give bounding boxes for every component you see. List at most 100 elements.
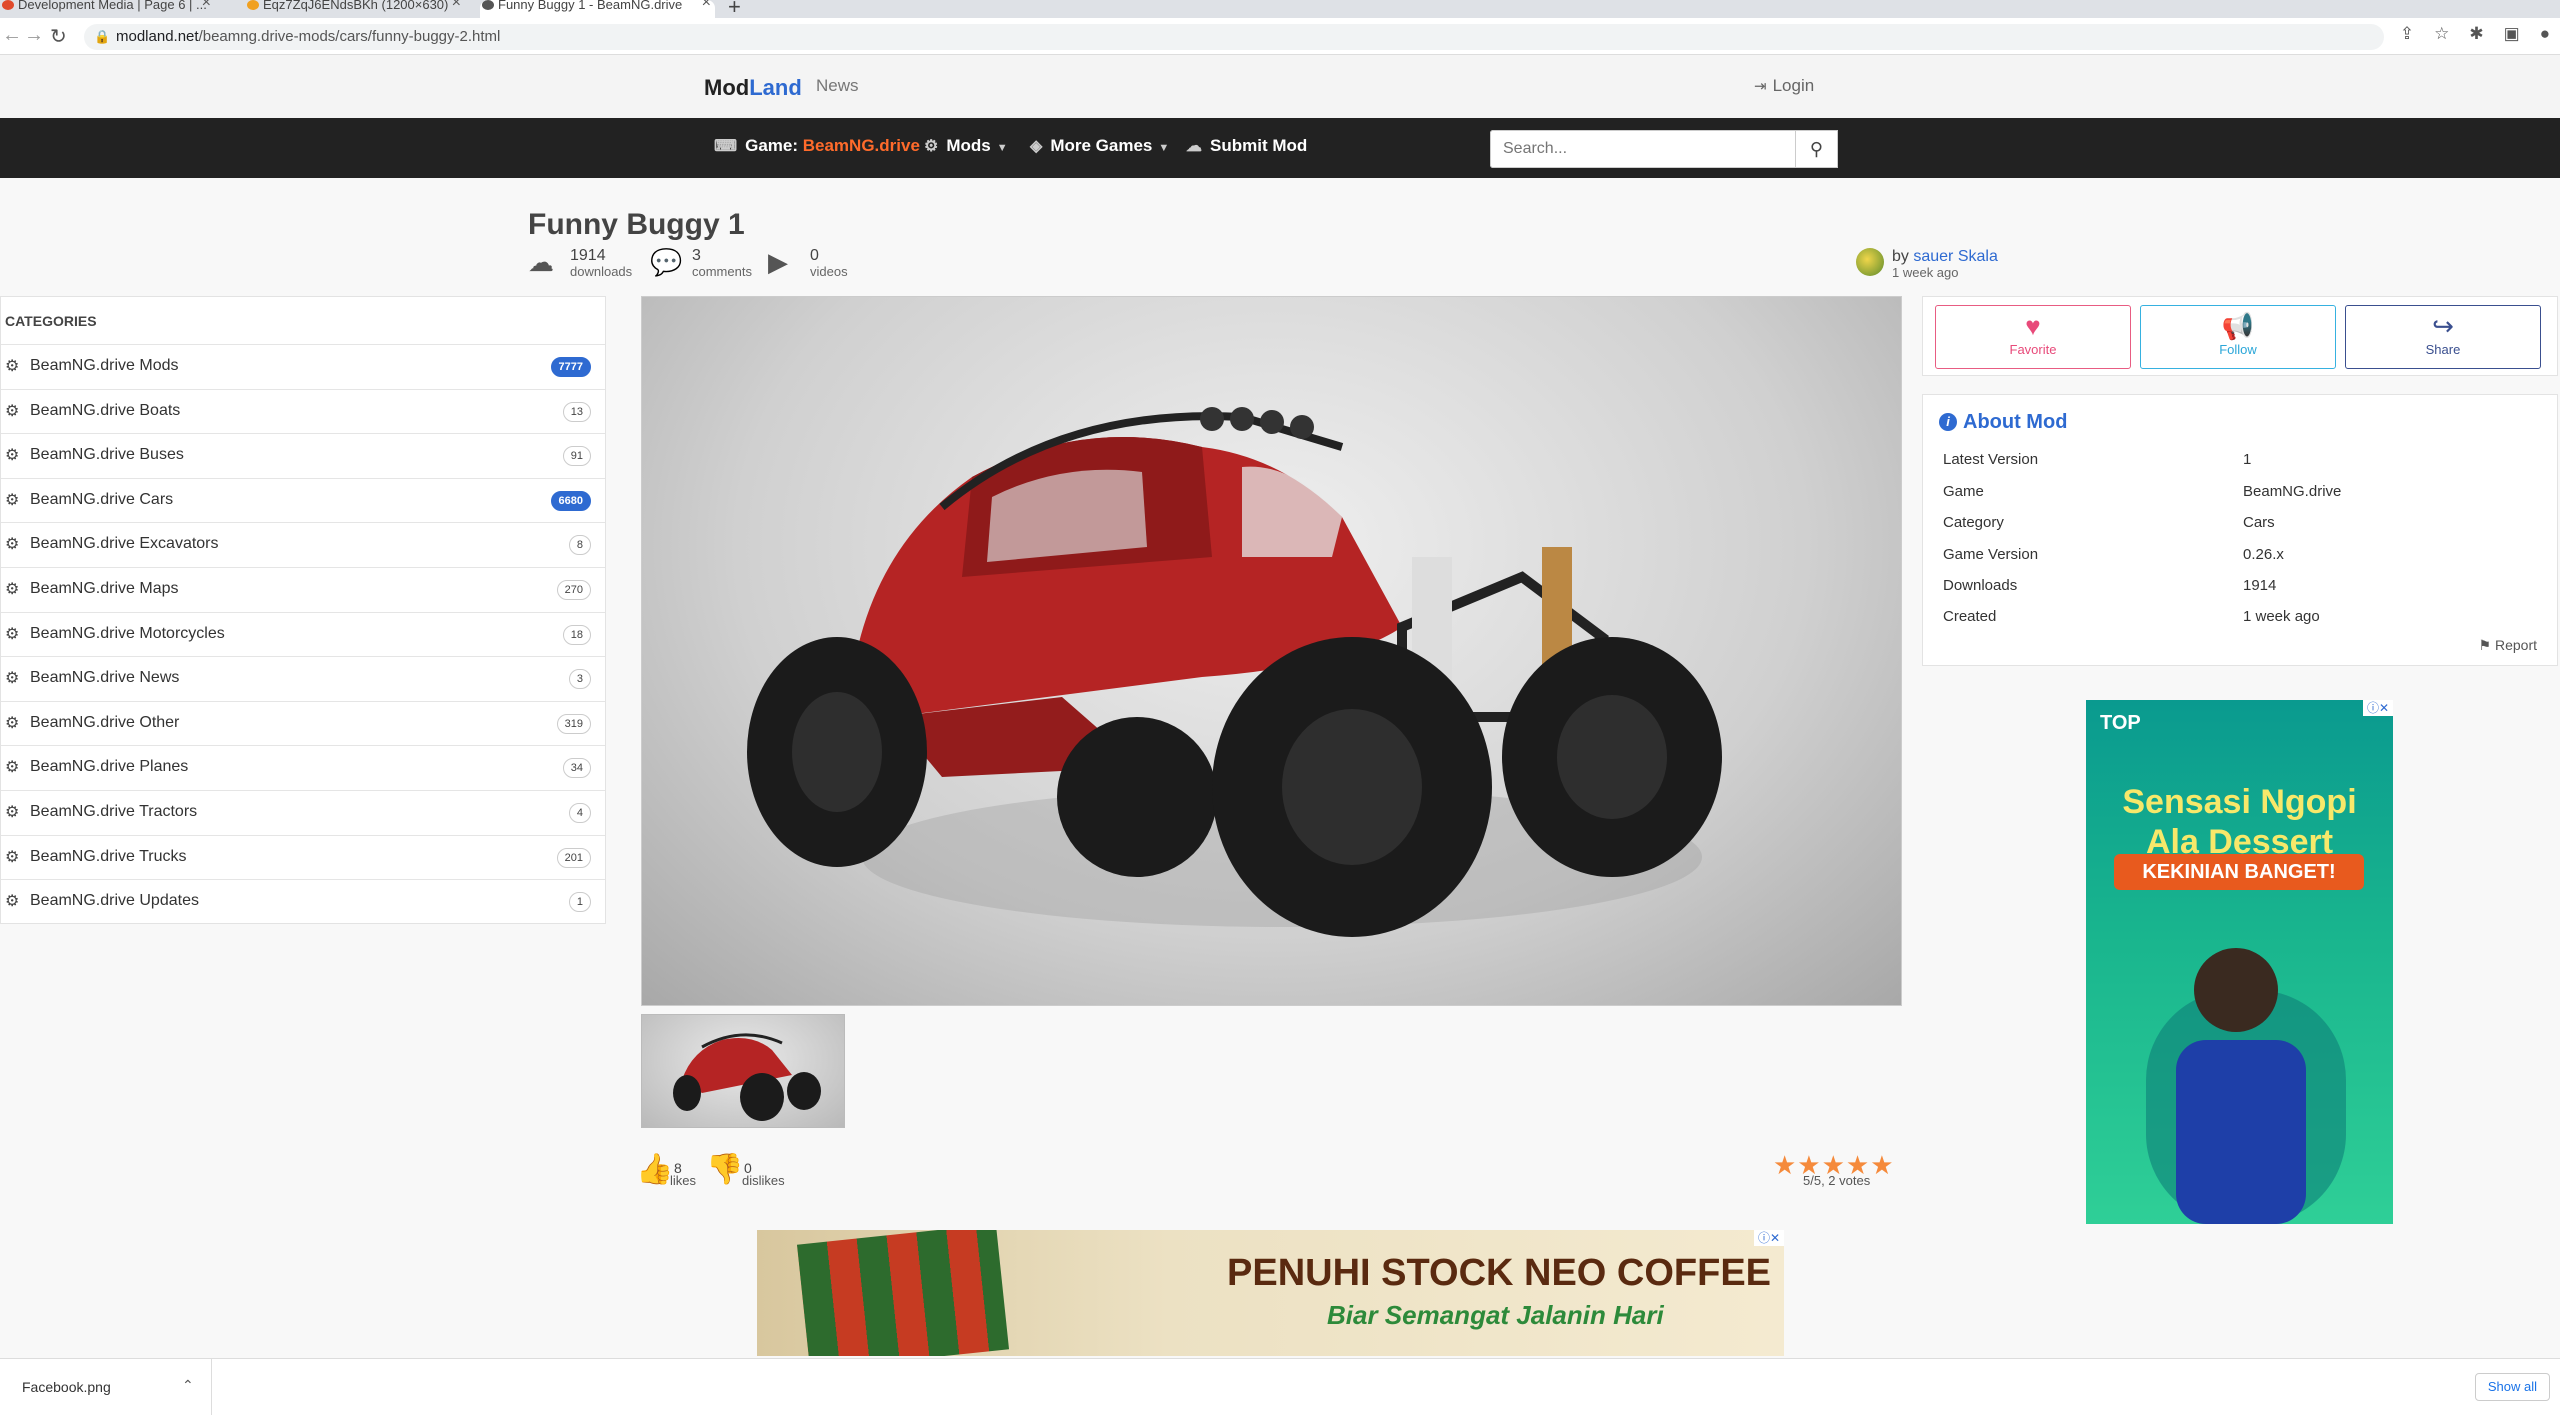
- comments-label: comments: [692, 264, 752, 279]
- category-item[interactable]: ⚙ BeamNG.drive Buses 91: [1, 433, 605, 477]
- category-item[interactable]: ⚙ BeamNG.drive Cars 6680: [1, 477, 605, 522]
- category-label: BeamNG.drive Planes: [30, 758, 189, 776]
- report-label: Report: [2494, 637, 2537, 653]
- follow-label: Follow: [2219, 342, 2257, 357]
- category-item[interactable]: ⚙ BeamNG.drive News 3: [1, 656, 605, 700]
- login-label: Login: [1772, 76, 1815, 95]
- browser-tab-active[interactable]: Funny Buggy 1 - BeamNG.drive ×: [480, 0, 715, 18]
- bottom-advertisement[interactable]: PENUHI STOCK NEO COFFEE Biar Semangat Ja…: [757, 1230, 1784, 1356]
- ad-line-1: Sensasi Ngopi: [2122, 783, 2357, 821]
- favorite-label: Favorite: [2009, 342, 2057, 357]
- category-item[interactable]: ⚙ BeamNG.drive Updates 1: [1, 879, 605, 923]
- ad-close-icon[interactable]: ⓘ✕: [1754, 1230, 1784, 1246]
- share-label: Share: [2425, 342, 2461, 357]
- new-tab-icon[interactable]: +: [728, 0, 741, 20]
- gear-icon: ⚙: [5, 402, 20, 420]
- download-item[interactable]: Facebook.png ⌃: [0, 1359, 212, 1415]
- ad-bottom-headline: PENUHI STOCK NEO COFFEE: [1227, 1252, 1772, 1294]
- category-item[interactable]: ⚙ BeamNG.drive Maps 270: [1, 567, 605, 611]
- login-link[interactable]: ⇥ Login: [1754, 76, 1814, 96]
- category-item[interactable]: ⚙ BeamNG.drive Mods 7777: [1, 344, 605, 388]
- category-item[interactable]: ⚙ BeamNG.drive Excavators 8: [1, 522, 605, 566]
- share-button[interactable]: ↪ Share: [2345, 305, 2541, 369]
- close-icon[interactable]: ×: [452, 0, 461, 11]
- submit-label: Submit Mod: [1210, 136, 1308, 155]
- gear-icon: ⚙: [5, 581, 20, 598]
- category-label: BeamNG.drive Mods: [30, 357, 179, 374]
- search-input[interactable]: [1490, 130, 1796, 168]
- category-item[interactable]: ⚙ BeamNG.drive Trucks 201: [1, 834, 605, 879]
- show-all-button[interactable]: Show all: [2474, 1373, 2550, 1401]
- ad-tagline: KEKINIAN BANGET!: [2114, 854, 2364, 890]
- tab-favicon-icon: [247, 0, 259, 10]
- posted-time: 1 week ago: [1892, 265, 1959, 280]
- about-value: 1: [2243, 451, 2252, 468]
- news-link[interactable]: News: [816, 76, 859, 96]
- bookmark-star-icon[interactable]: ☆: [2434, 24, 2449, 44]
- author-link[interactable]: sauer Skala: [1913, 248, 1998, 265]
- favorite-button[interactable]: ♥ Favorite: [1935, 305, 2131, 369]
- category-item[interactable]: ⚙ BeamNG.drive Tractors 4: [1, 790, 605, 834]
- category-count-badge: 319: [556, 713, 591, 734]
- mods-label: Mods: [946, 136, 991, 155]
- info-icon: i: [1939, 413, 1957, 431]
- about-key: Downloads: [1943, 577, 2018, 594]
- chevron-up-icon[interactable]: ⌃: [182, 1377, 194, 1394]
- avatar[interactable]: [1856, 248, 1884, 276]
- search-icon[interactable]: ⚲: [1796, 130, 1838, 168]
- follow-button[interactable]: 📢 Follow: [2140, 305, 2336, 369]
- ad-bottom-tagline: Biar Semangat Jalanin Hari: [1327, 1300, 1664, 1330]
- back-icon[interactable]: ←: [2, 24, 22, 47]
- game-selector[interactable]: ⌨ Game: BeamNG.drive: [714, 136, 920, 156]
- gear-icon: ⚙: [5, 714, 20, 732]
- about-key: Category: [1943, 514, 2004, 531]
- cube-icon: ◈: [1030, 138, 1043, 155]
- category-item[interactable]: ⚙ BeamNG.drive Other 319: [1, 700, 605, 745]
- comments-icon: 💬: [650, 247, 683, 277]
- submit-mod-link[interactable]: ☁ Submit Mod: [1186, 136, 1307, 156]
- tab-title: Funny Buggy 1 - BeamNG.drive: [498, 0, 683, 12]
- sign-in-icon: ⇥: [1754, 78, 1767, 95]
- thumbnail-image[interactable]: [641, 1014, 845, 1128]
- share-icon: ↪: [2432, 311, 2454, 341]
- cloud-upload-icon: ☁: [1186, 138, 1202, 155]
- tab-favicon-icon: [482, 0, 494, 10]
- gear-icon: ⚙: [5, 848, 20, 866]
- ad-close-icon[interactable]: ⓘ✕: [2363, 700, 2393, 716]
- category-item[interactable]: ⚙ BeamNG.drive Motorcycles 18: [1, 611, 605, 656]
- main-navbar: ⌨ Game: BeamNG.drive ⚙ Mods ▼ ◈ More Games ▼ …: [0, 118, 2560, 178]
- browser-tab[interactable]: Eqz7ZqJ6ENdsBKh (1200×630) ×: [245, 0, 465, 18]
- profile-avatar-icon[interactable]: ●: [2540, 24, 2550, 44]
- category-item[interactable]: ⚙ BeamNG.drive Boats 13: [1, 388, 605, 433]
- category-count-badge: 6680: [550, 490, 591, 511]
- more-games-menu[interactable]: ◈ More Games ▼: [1030, 136, 1169, 156]
- site-logo[interactable]: ModLand: [704, 75, 802, 101]
- close-icon[interactable]: ×: [202, 0, 211, 11]
- forward-icon[interactable]: →: [24, 24, 44, 47]
- extensions-icon[interactable]: ✱: [2469, 24, 2483, 44]
- category-item[interactable]: ⚙ BeamNG.drive Planes 34: [1, 745, 605, 789]
- category-count-badge: 4: [568, 803, 591, 823]
- report-link[interactable]: ⚑ Report: [2479, 637, 2537, 654]
- gear-icon: ⚙: [5, 536, 20, 554]
- about-value: 1 week ago: [2243, 608, 2320, 625]
- megaphone-icon: 📢: [2221, 311, 2255, 341]
- about-key: Game: [1943, 483, 1984, 500]
- mod-actions: ♥ Favorite 📢 Follow ↪ Share: [1922, 296, 2558, 376]
- flag-icon: ⚑: [2478, 637, 2492, 653]
- side-panel-icon[interactable]: ▣: [2504, 24, 2520, 44]
- tab-favicon-icon: [2, 0, 14, 10]
- reload-icon[interactable]: ↻: [50, 24, 67, 49]
- browser-tab[interactable]: Development Media | Page 6 | ... ×: [0, 0, 215, 18]
- thumbs-down-icon: 👎: [706, 1153, 744, 1186]
- close-icon[interactable]: ×: [702, 0, 711, 11]
- share-page-icon[interactable]: ⇪: [2400, 24, 2414, 44]
- gear-icon: ⚙: [5, 670, 20, 688]
- mod-main-image[interactable]: [641, 296, 1902, 1006]
- address-bar: ← → ↻ 🔒 modland.net/beamng.drive-mods/ca…: [0, 18, 2560, 55]
- mods-menu[interactable]: ⚙ Mods ▼: [924, 136, 1008, 156]
- side-advertisement[interactable]: TOP Sensasi Ngopi Ala Dessert KEKINIAN BA…: [2086, 700, 2393, 1224]
- ad-product-image: [796, 1230, 1010, 1356]
- category-count-badge: 18: [562, 624, 591, 645]
- url-field[interactable]: 🔒 modland.net/beamng.drive-mods/cars/fun…: [84, 24, 2384, 50]
